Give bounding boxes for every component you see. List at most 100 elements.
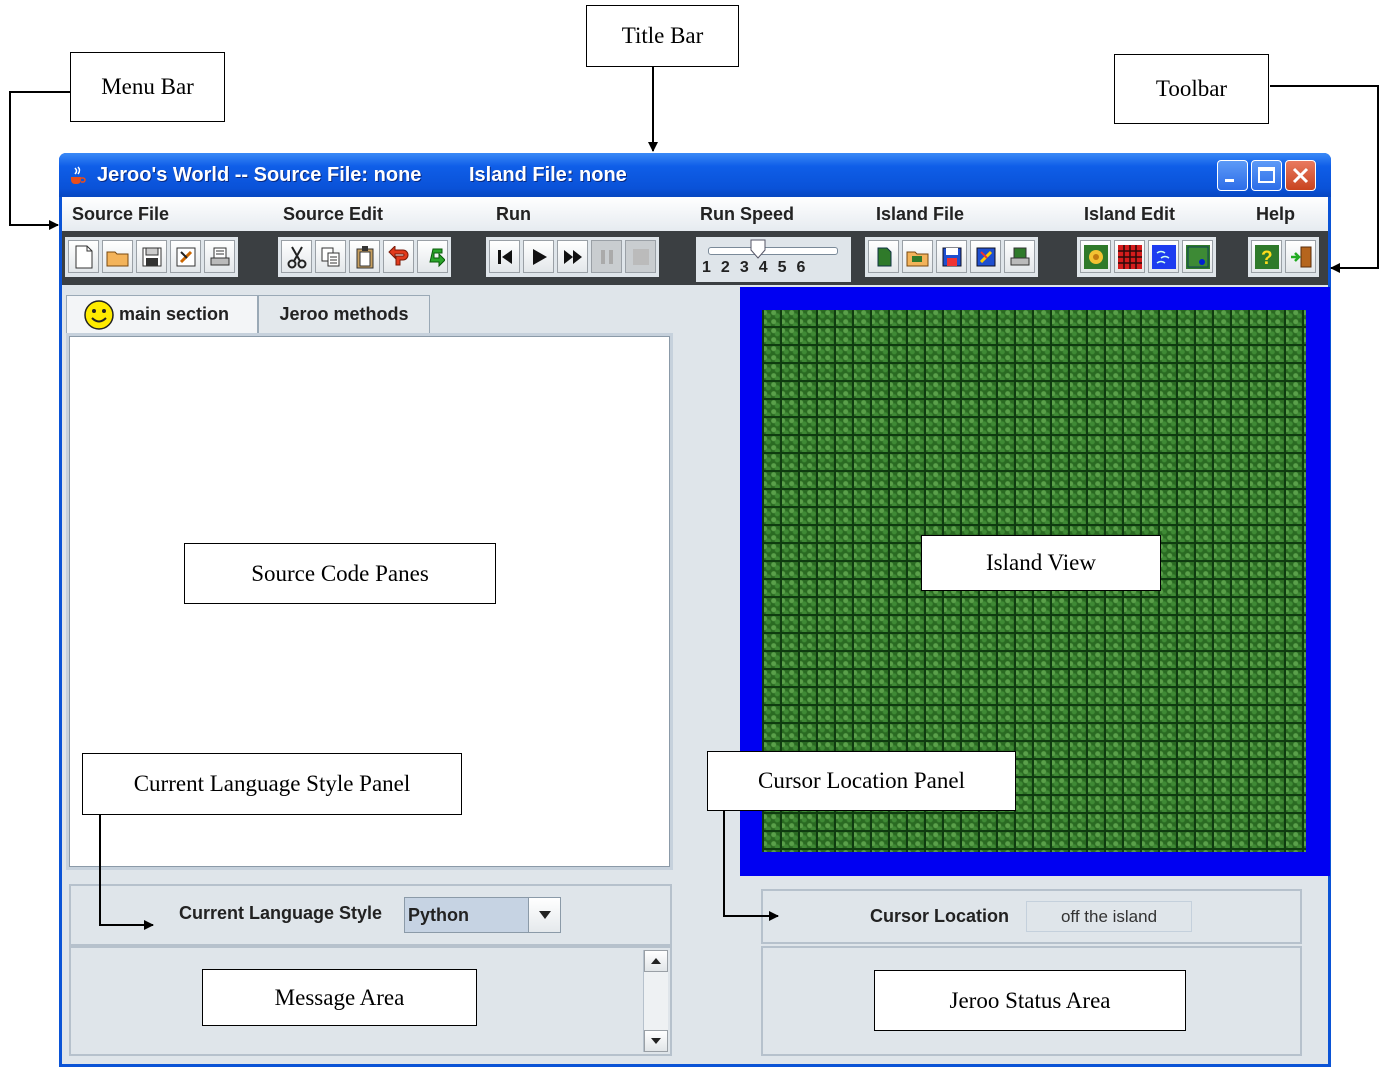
reset-button[interactable] [489,240,520,273]
play-button[interactable] [523,240,554,273]
speed-label-4: 4 [758,259,768,276]
stop-button[interactable] [625,240,656,273]
callout-menu-bar: Menu Bar [70,52,225,122]
tab-main-section[interactable]: main section [66,295,258,333]
land-icon [1185,244,1210,269]
speed-label-3: 3 [739,259,749,276]
save-island-as-icon [976,247,995,266]
speed-thumb-icon[interactable] [750,239,766,259]
callout-jeroo-status-area: Jeroo Status Area [874,970,1186,1031]
new-file-button[interactable] [68,240,99,273]
fast-forward-icon [563,249,582,264]
cursor-location-label: Cursor Location [870,906,1010,926]
exit-button[interactable] [1285,240,1316,273]
exit-icon [1290,246,1311,267]
play-icon [532,248,547,265]
save-island-as-button[interactable] [970,240,1001,273]
close-button[interactable] [1285,160,1316,191]
java-cup-icon [71,166,86,184]
scroll-up-icon [651,958,661,964]
maximize-button[interactable] [1251,160,1282,191]
water-icon [1151,244,1176,269]
edit-toolbar-group [278,237,451,277]
run-speed-slider[interactable]: 1 2 3 4 5 6 [696,237,851,282]
undo-button[interactable] [383,240,414,273]
flower-tool-button[interactable] [1080,240,1111,273]
title-bar[interactable]: Jeroo's World -- Source File: none Islan… [59,153,1331,197]
cursor-location-value: off the island [1026,901,1192,932]
client-area: Source File Source Edit Run Run Speed Is… [62,197,1330,1064]
callout-island-view: Island View [921,535,1161,591]
scroll-down-button[interactable] [644,1030,668,1052]
speed-label-2: 2 [720,259,730,276]
help-icon: ? [1254,244,1279,269]
close-icon [1292,167,1309,184]
language-style-panel: Current Language Style Python [69,884,672,946]
save-island-button[interactable] [936,240,967,273]
save-file-button[interactable] [136,240,167,273]
scroll-up-button[interactable] [644,950,668,972]
help-button[interactable]: ? [1251,240,1282,273]
dropdown-button[interactable] [528,898,560,932]
menu-island-edit[interactable]: Island Edit [1084,204,1175,225]
net-icon [1117,244,1142,269]
net-tool-button[interactable] [1114,240,1145,273]
toolbar: 1 2 3 4 5 6 ? [62,231,1328,285]
save-island-icon [942,247,961,266]
fast-forward-button[interactable] [557,240,588,273]
island-edit-toolbar-group [1077,237,1216,277]
speed-label-5: 5 [777,259,787,276]
speed-labels: 1 2 3 4 5 6 [702,259,805,277]
print-island-icon [1010,247,1029,265]
new-file-icon [75,245,92,268]
app-window: Jeroo's World -- Source File: none Islan… [59,153,1331,1067]
window-title: Jeroo's World -- Source File: none [97,164,422,186]
paste-button[interactable] [349,240,380,273]
pause-button[interactable] [591,240,622,273]
open-island-icon [906,251,928,266]
open-file-button[interactable] [102,240,133,273]
menu-help[interactable]: Help [1256,204,1295,225]
menu-source-edit[interactable]: Source Edit [283,204,383,225]
flower-icon [1083,244,1108,269]
cut-button[interactable] [281,240,312,273]
open-island-button[interactable] [902,240,933,273]
save-as-button[interactable] [170,240,201,273]
undo-icon [387,245,408,265]
minimize-icon [1225,179,1234,182]
speed-label-6: 6 [796,259,806,276]
tab-jeroo-methods[interactable]: Jeroo methods [258,295,430,333]
menu-island-file[interactable]: Island File [876,204,964,225]
speed-track [708,247,838,255]
redo-button[interactable] [417,240,448,273]
language-style-label: Current Language Style [179,903,383,923]
copy-button[interactable] [315,240,346,273]
chevron-down-icon [538,911,551,919]
callout-title-bar: Title Bar [586,5,739,67]
island-file-toolbar-group [865,237,1038,277]
speed-label-1: 1 [702,259,711,276]
file-toolbar-group [65,237,238,277]
new-island-button[interactable] [868,240,899,273]
scroll-down-icon [651,1038,661,1044]
pause-icon [600,249,613,264]
land-tool-button[interactable] [1182,240,1213,273]
save-icon [142,247,161,266]
menu-run[interactable]: Run [496,204,531,225]
water-tool-button[interactable] [1148,240,1179,273]
minimize-button[interactable] [1217,160,1248,191]
menu-run-speed[interactable]: Run Speed [700,204,794,225]
print-button[interactable] [204,240,235,273]
help-toolbar-group: ? [1248,237,1319,277]
cut-icon [287,246,306,268]
tab-main-section-label: main section [119,304,230,324]
print-island-button[interactable] [1004,240,1035,273]
language-style-select[interactable]: Python [404,897,561,933]
callout-message-area: Message Area [202,969,477,1026]
open-folder-icon [106,251,128,266]
tab-jeroo-methods-label: Jeroo methods [279,304,409,324]
callout-cursor-location-panel: Cursor Location Panel [707,751,1016,811]
menu-source-file[interactable]: Source File [72,204,169,225]
menu-bar: Source File Source Edit Run Run Speed Is… [62,197,1328,231]
message-scrollbar[interactable] [643,950,668,1052]
